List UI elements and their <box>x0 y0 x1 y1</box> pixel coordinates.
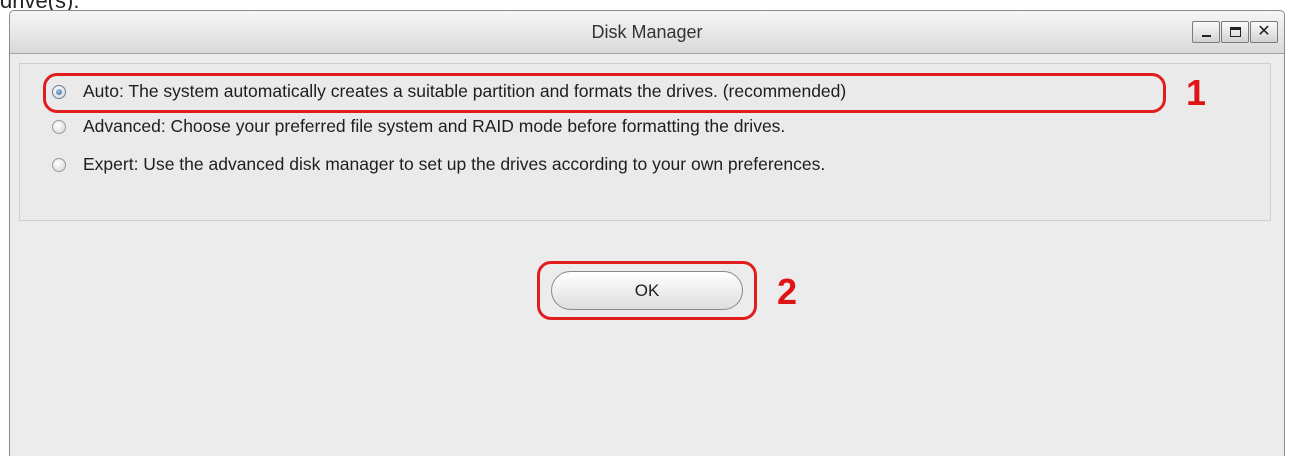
option-advanced[interactable]: Advanced: Choose your preferred file sys… <box>52 116 785 137</box>
highlight-ok-button <box>537 261 757 320</box>
option-advanced-label: Advanced: Choose your preferred file sys… <box>83 116 786 136</box>
radio-advanced[interactable] <box>52 119 66 134</box>
radio-expert[interactable] <box>52 157 66 172</box>
step-2-marker: 2 <box>777 271 798 312</box>
window-controls: ✕ <box>1191 21 1278 43</box>
step-1-marker: 1 <box>1186 72 1207 113</box>
option-expert[interactable]: Expert: Use the advanced disk manager to… <box>52 154 825 175</box>
window-title: Disk Manager <box>591 22 703 42</box>
minimize-icon <box>1193 22 1219 42</box>
highlight-auto-option <box>43 73 1166 113</box>
minimize-button[interactable] <box>1192 21 1220 43</box>
title-bar[interactable]: Disk Manager ✕ <box>10 11 1284 54</box>
close-icon: ✕ <box>1257 23 1271 40</box>
maximize-button[interactable] <box>1221 21 1249 43</box>
close-button[interactable]: ✕ <box>1250 21 1278 43</box>
maximize-icon <box>1222 22 1248 42</box>
option-expert-label: Expert: Use the advanced disk manager to… <box>83 154 826 174</box>
